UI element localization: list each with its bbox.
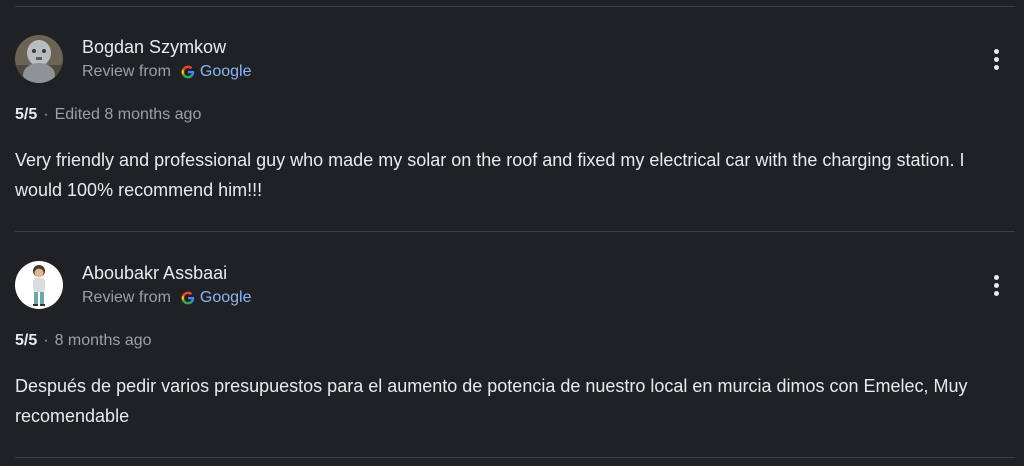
google-link[interactable]: Google	[200, 289, 252, 307]
google-g-icon	[181, 291, 195, 305]
divider	[15, 6, 1015, 7]
divider	[15, 457, 1015, 458]
menu-dot	[993, 64, 999, 70]
author-name[interactable]: Aboubakr Assbaai	[82, 263, 227, 284]
avatar[interactable]	[15, 261, 63, 309]
review-meta: 5/5 · 8 months ago	[15, 332, 152, 350]
menu-dot	[993, 56, 999, 62]
google-link[interactable]: Google	[200, 63, 252, 81]
review-time: Edited 8 months ago	[54, 106, 202, 123]
review-source: Review from Google	[82, 63, 252, 81]
divider	[15, 231, 1015, 232]
google-g-icon	[181, 65, 195, 79]
review-text: Very friendly and professional guy who m…	[15, 150, 965, 200]
review-source-prefix: Review from	[82, 289, 171, 306]
avatar[interactable]	[15, 35, 63, 83]
menu-dot	[993, 290, 999, 296]
meta-separator: ·	[43, 106, 49, 123]
rating: 5/5	[15, 332, 38, 349]
menu-dot	[993, 274, 999, 280]
review-source-prefix: Review from	[82, 63, 171, 80]
more-vert-icon[interactable]	[984, 270, 1008, 300]
more-vert-icon[interactable]	[984, 44, 1008, 74]
menu-dot	[993, 282, 999, 288]
photo-avatar-icon	[15, 35, 63, 83]
rating: 5/5	[15, 106, 38, 123]
menu-dot	[993, 48, 999, 54]
review-time: 8 months ago	[54, 332, 152, 349]
review-text: Después de pedir varios presupuestos par…	[15, 376, 968, 426]
review-meta: 5/5 · Edited 8 months ago	[15, 106, 201, 124]
author-name[interactable]: Bogdan Szymkow	[82, 37, 226, 58]
meta-separator: ·	[43, 332, 49, 349]
review-source: Review from Google	[82, 289, 252, 307]
child-avatar-icon	[15, 261, 63, 309]
